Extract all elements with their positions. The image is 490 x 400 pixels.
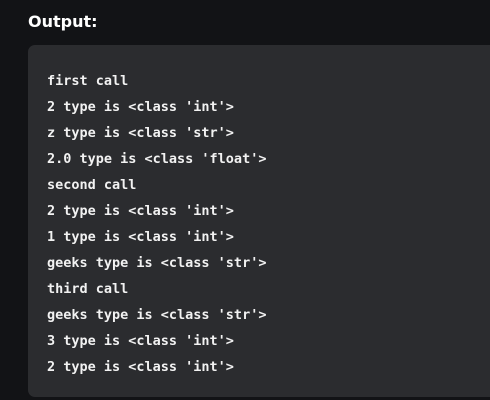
output-line: 2 type is <class 'int'> [47, 359, 234, 375]
output-heading: Output: [28, 12, 98, 31]
output-line: first call [47, 73, 129, 89]
output-line: 2 type is <class 'int'> [47, 99, 234, 115]
output-lines: first call 2 type is <class 'int'> z typ… [47, 68, 490, 380]
output-code-block: first call 2 type is <class 'int'> z typ… [28, 45, 490, 397]
output-line: second call [47, 177, 137, 193]
output-line: third call [47, 281, 129, 297]
output-line: 3 type is <class 'int'> [47, 333, 234, 349]
output-line: 2 type is <class 'int'> [47, 203, 234, 219]
output-line: z type is <class 'str'> [47, 125, 234, 141]
output-line: 1 type is <class 'int'> [47, 229, 234, 245]
output-line: geeks type is <class 'str'> [47, 255, 267, 271]
output-line: geeks type is <class 'str'> [47, 307, 267, 323]
output-line: 2.0 type is <class 'float'> [47, 151, 267, 167]
